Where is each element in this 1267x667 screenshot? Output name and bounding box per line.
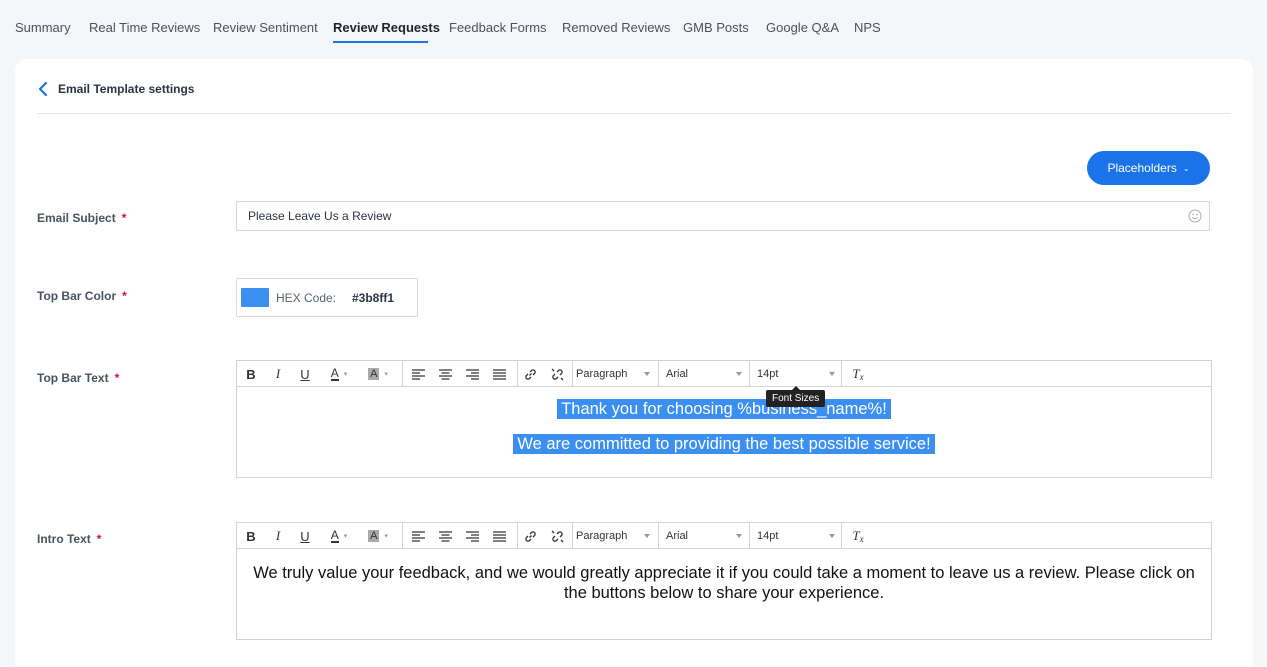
highlight-color-icon[interactable]: A ▾ (365, 523, 391, 549)
link-icon[interactable] (522, 523, 538, 549)
align-justify-icon[interactable] (491, 361, 507, 387)
toolbar-separator (841, 523, 842, 549)
caret-down-icon (829, 534, 835, 538)
font-family-value: Arial (666, 530, 689, 542)
settings-card: Email Template settings Placeholders ⌄ E… (15, 59, 1253, 667)
toolbar-separator (517, 361, 518, 387)
caret-down-icon (829, 372, 835, 376)
placeholders-button[interactable]: Placeholders ⌄ (1087, 151, 1210, 185)
toolbar-separator (658, 361, 659, 387)
bold-icon[interactable]: B (243, 361, 259, 387)
align-justify-icon[interactable] (491, 523, 507, 549)
top-bar-text-editor[interactable]: B I U A ▾ A ▾ Paragraph Arial 14pt Tx Than… (236, 360, 1212, 478)
toolbar-separator (658, 523, 659, 549)
underline-icon[interactable]: U (297, 523, 313, 549)
bold-icon[interactable]: B (243, 523, 259, 549)
top-bar-text-label-text: Top Bar Text (37, 371, 109, 385)
font-family-select[interactable]: Arial (666, 523, 748, 549)
font-size-select[interactable]: 14pt (757, 523, 841, 549)
email-subject-label: Email Subject * (37, 211, 126, 225)
toolbar-separator (572, 523, 573, 549)
block-format-select[interactable]: Paragraph (576, 361, 656, 387)
toolbar-separator (402, 523, 403, 549)
placeholders-label: Placeholders (1107, 161, 1177, 175)
align-left-icon[interactable] (410, 361, 426, 387)
align-right-icon[interactable] (464, 361, 480, 387)
highlight-color-icon[interactable]: A ▾ (365, 361, 391, 387)
italic-icon[interactable]: I (270, 523, 286, 549)
text-color-icon[interactable]: A ▾ (327, 523, 351, 549)
italic-icon[interactable]: I (270, 361, 286, 387)
block-format-value: Paragraph (576, 368, 628, 380)
intro-text-label: Intro Text * (37, 532, 101, 546)
hex-code-label: HEX Code: (276, 291, 337, 305)
top-bar-color-label-text: Top Bar Color (37, 289, 117, 303)
align-center-icon[interactable] (437, 523, 453, 549)
color-swatch[interactable] (241, 288, 269, 307)
caret-down-icon (736, 372, 742, 376)
tab-nps[interactable]: NPS (854, 20, 881, 35)
clear-format-icon[interactable]: Tx (849, 361, 867, 387)
divider (37, 113, 1231, 114)
color-picker[interactable]: HEX Code: #3b8ff1 (236, 278, 418, 317)
required-mark: * (96, 532, 102, 546)
chevron-left-icon[interactable] (36, 81, 50, 97)
toolbar-separator (841, 361, 842, 387)
hex-code-value[interactable]: #3b8ff1 (352, 291, 394, 305)
email-subject-label-text: Email Subject (37, 211, 116, 225)
toolbar-separator (517, 523, 518, 549)
toolbar-separator (749, 361, 750, 387)
editor-content[interactable]: We truly value your feedback, and we wou… (237, 549, 1211, 639)
tab-removed-reviews[interactable]: Removed Reviews (562, 20, 670, 35)
caret-down-icon (644, 372, 650, 376)
toolbar-separator (402, 361, 403, 387)
align-center-icon[interactable] (437, 361, 453, 387)
tab-real-time-reviews[interactable]: Real Time Reviews (89, 20, 200, 35)
align-left-icon[interactable] (410, 523, 426, 549)
editor-content[interactable]: Thank you for choosing %business_name%! … (237, 387, 1211, 477)
tab-summary[interactable]: Summary (15, 20, 71, 35)
block-format-value: Paragraph (576, 530, 628, 542)
top-bar-line-1: Thank you for choosing %business_name%! (557, 399, 891, 419)
required-mark: * (122, 289, 127, 303)
required-mark: * (121, 211, 127, 225)
active-tab-indicator (333, 41, 428, 43)
editor-toolbar: B I U A ▾ A ▾ Paragraph Arial 14pt Tx (237, 361, 1211, 387)
top-bar-color-label: Top Bar Color * (37, 289, 127, 303)
link-icon[interactable] (522, 361, 538, 387)
font-sizes-tooltip: Font Sizes (766, 386, 826, 407)
font-family-select[interactable]: Arial (666, 361, 748, 387)
required-mark: * (114, 371, 120, 385)
intro-text-editor[interactable]: B I U A ▾ A ▾ Paragraph Arial 14pt Tx We t… (236, 522, 1212, 640)
clear-format-icon[interactable]: Tx (849, 523, 867, 549)
intro-text-label-text: Intro Text (37, 532, 91, 546)
editor-toolbar: B I U A ▾ A ▾ Paragraph Arial 14pt Tx (237, 523, 1211, 549)
font-family-value: Arial (666, 368, 689, 380)
caret-down-icon (644, 534, 650, 538)
toolbar-separator (749, 523, 750, 549)
top-bar-line-2: We are committed to providing the best p… (513, 434, 935, 454)
font-size-value: 14pt (757, 368, 779, 380)
tab-gmb-posts[interactable]: GMB Posts (683, 20, 749, 35)
tab-review-requests[interactable]: Review Requests (333, 20, 440, 35)
unlink-icon[interactable] (549, 523, 565, 549)
tab-review-sentiment[interactable]: Review Sentiment (213, 20, 318, 35)
text-color-icon[interactable]: A ▾ (327, 361, 351, 387)
email-subject-input[interactable] (236, 201, 1210, 231)
font-size-value: 14pt (757, 530, 779, 542)
align-right-icon[interactable] (464, 523, 480, 549)
page-title: Email Template settings (58, 82, 195, 96)
underline-icon[interactable]: U (297, 361, 313, 387)
intro-text-body: We truly value your feedback, and we wou… (253, 564, 1195, 602)
emoji-icon[interactable] (1188, 209, 1202, 223)
font-size-select[interactable]: 14pt (757, 361, 841, 387)
tab-google-qa[interactable]: Google Q&A (766, 20, 839, 35)
unlink-icon[interactable] (549, 361, 565, 387)
tab-feedback-forms[interactable]: Feedback Forms (449, 20, 547, 35)
toolbar-separator (572, 361, 573, 387)
top-bar-text-label: Top Bar Text * (37, 371, 119, 385)
block-format-select[interactable]: Paragraph (576, 523, 656, 549)
caret-down-icon (736, 534, 742, 538)
chevron-down-icon: ⌄ (1182, 163, 1190, 173)
